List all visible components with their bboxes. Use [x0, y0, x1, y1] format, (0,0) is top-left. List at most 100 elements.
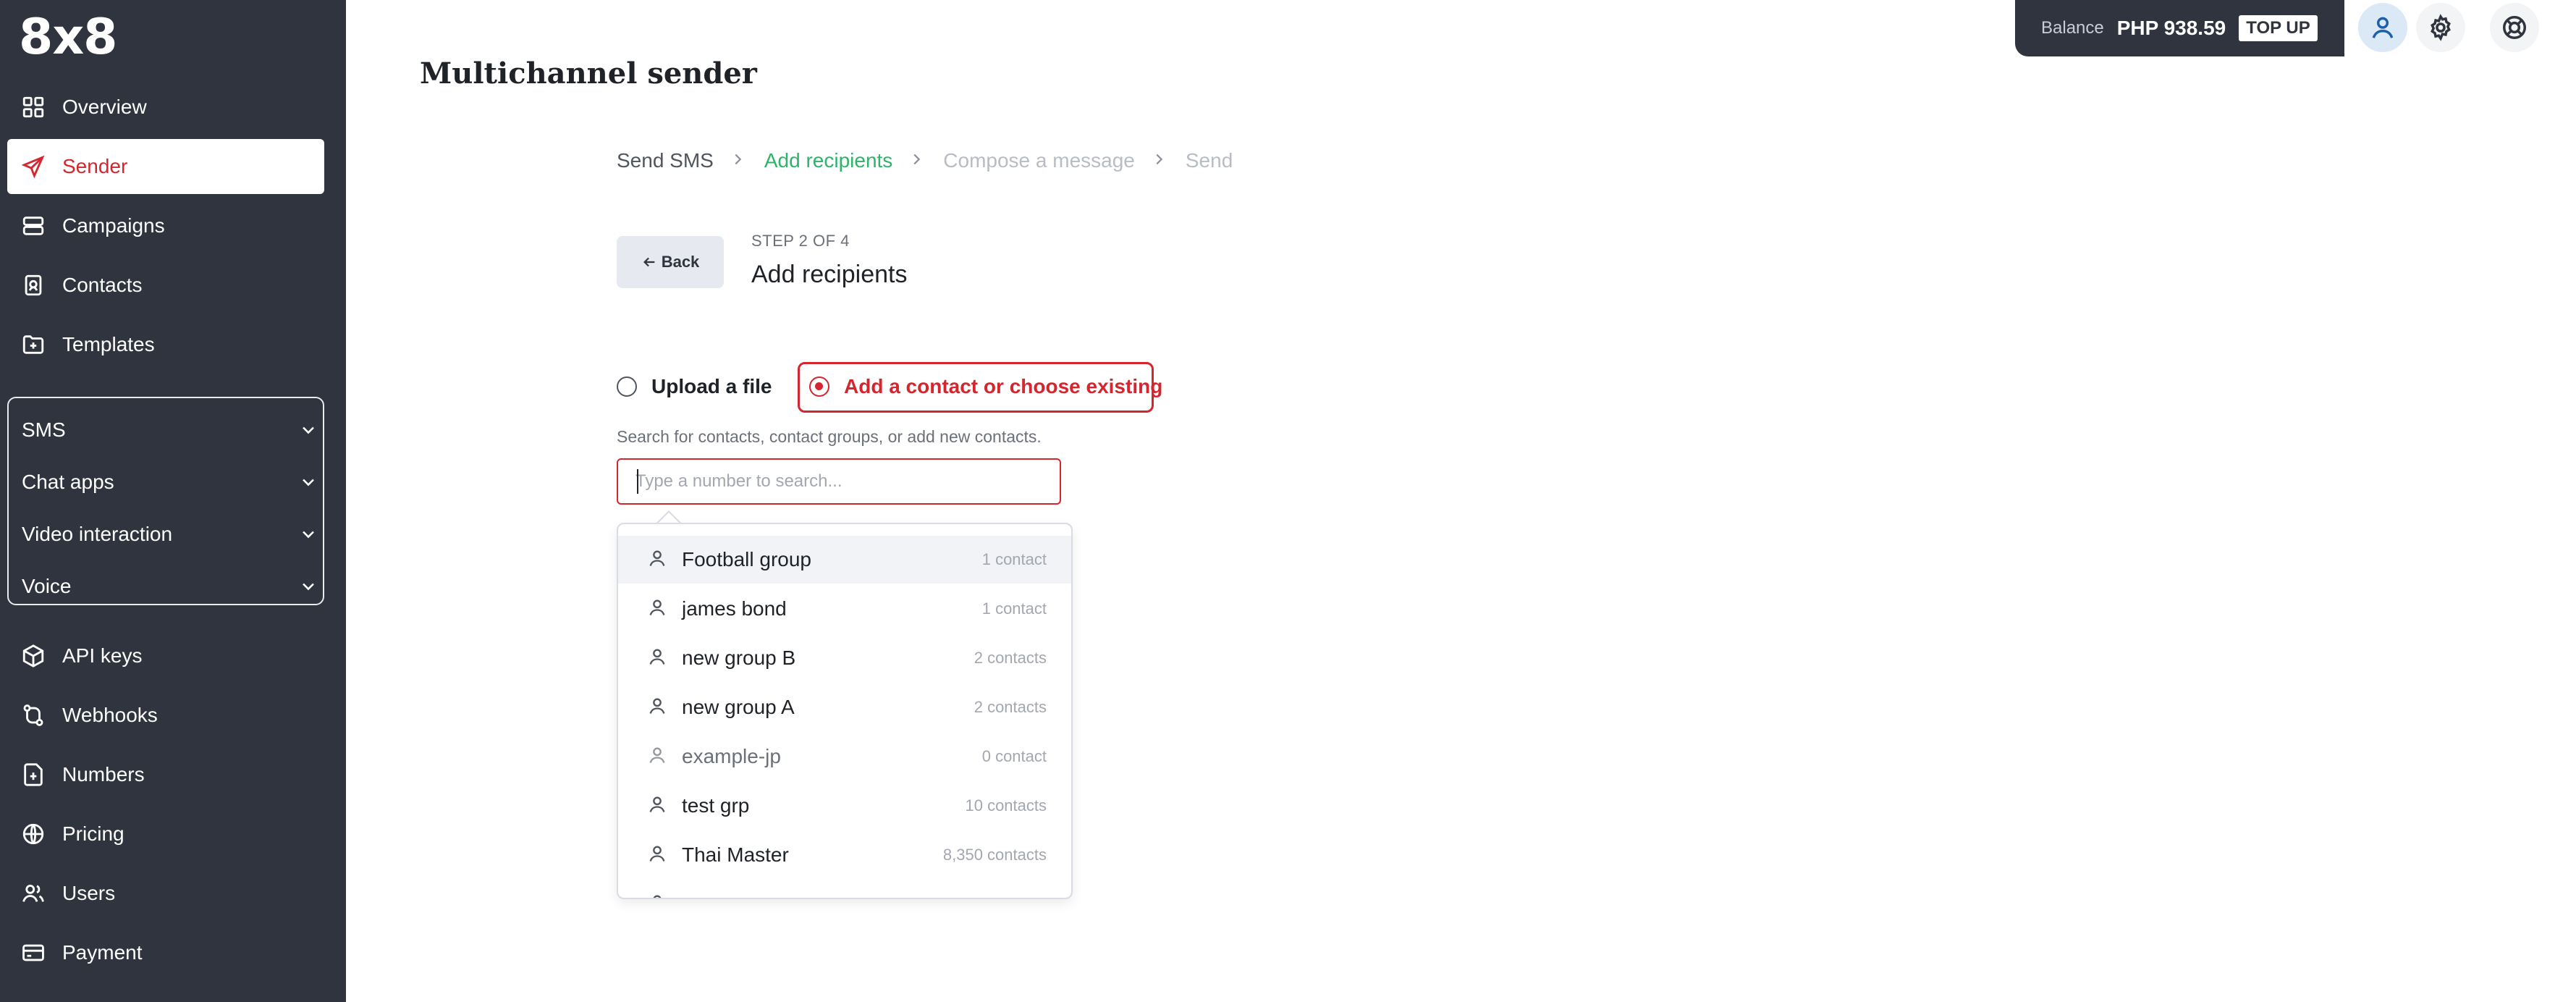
users-icon: [20, 880, 46, 906]
radio-unchecked[interactable]: [617, 376, 637, 397]
sidebar-group-video-interaction[interactable]: Video interaction: [22, 508, 318, 560]
contacts-icon: [20, 272, 46, 298]
option-label: Add a contact or choose existing: [844, 375, 1163, 397]
person-icon: [647, 794, 667, 818]
sidebar-item-numbers[interactable]: Numbers: [7, 747, 324, 802]
breadcrumb-add-recipients: Add recipients: [764, 149, 893, 172]
person-icon: [647, 597, 667, 621]
result-count: 2 contacts: [974, 649, 1047, 667]
option-upload-file[interactable]: Upload a file: [617, 375, 772, 398]
radio-checked[interactable]: [809, 376, 829, 397]
result-item[interactable]: Thai Master 8,350 contacts: [618, 831, 1071, 879]
search-help-text: Search for contacts, contact groups, or …: [617, 427, 1042, 446]
balance-label: Balance: [2041, 18, 2104, 38]
result-item-partial[interactable]: [618, 880, 1071, 898]
breadcrumb-compose-message: Compose a message: [943, 149, 1135, 172]
channel-groups: SMS Chat apps Video interaction Voice: [7, 397, 324, 605]
step-title: Add recipients: [751, 261, 908, 288]
card-icon: [20, 940, 46, 966]
person-icon: [647, 696, 667, 720]
gear-icon: [2431, 14, 2451, 41]
sidebar-item-webhooks[interactable]: Webhooks: [7, 688, 324, 743]
globe-icon: [20, 821, 46, 847]
brand-logo[interactable]: 8x8: [19, 7, 117, 68]
result-count: 10 contacts: [965, 796, 1047, 814]
webhook-icon: [20, 702, 46, 728]
result-count: 0 contact: [981, 747, 1047, 765]
back-button[interactable]: Back: [617, 236, 724, 288]
sidebar-item-label: Webhooks: [62, 704, 158, 726]
sidebar-group-chat-apps[interactable]: Chat apps: [22, 456, 318, 508]
result-name: james bond: [682, 597, 787, 620]
sidebar-item-label: Sender: [62, 155, 128, 177]
result-count: 2 contacts: [974, 698, 1047, 716]
result-item[interactable]: new group B 2 contacts: [618, 634, 1071, 682]
user-icon: [2372, 17, 2394, 38]
sidebar-item-api-keys[interactable]: API keys: [7, 628, 324, 683]
person-icon: [647, 893, 667, 898]
account-balance-bar: Balance PHP 938.59 TOP UP: [2015, 0, 2344, 56]
sidebar-item-overview[interactable]: Overview: [7, 80, 324, 135]
sidebar-item-label: Campaigns: [62, 214, 165, 237]
sidebar-item-contacts[interactable]: Contacts: [7, 258, 324, 313]
sidebar: 8x8 Overview Sender Campaigns Contacts T…: [0, 0, 346, 1002]
person-icon: [647, 745, 667, 769]
sidebar-item-label: Templates: [62, 333, 155, 355]
user-profile-button[interactable]: [2358, 3, 2407, 52]
grid-icon: [20, 94, 46, 120]
cube-icon: [20, 643, 46, 669]
arrow-left-icon: [643, 257, 655, 267]
chevron-down-icon: [303, 531, 314, 539]
sidebar-group-sms[interactable]: SMS: [22, 404, 318, 456]
lifebuoy-icon: [2503, 16, 2526, 39]
option-label: Upload a file: [651, 375, 772, 397]
result-name: example-jp: [682, 745, 781, 767]
sidebar-item-label: Contacts: [62, 274, 143, 296]
sidebar-group-label: Video interaction: [22, 523, 173, 545]
breadcrumb-send-sms[interactable]: Send SMS: [617, 149, 714, 172]
recipient-search-input[interactable]: [617, 458, 1061, 505]
chevron-right-icon: [730, 151, 748, 170]
send-icon: [20, 153, 46, 180]
chevron-right-icon: [1151, 151, 1170, 170]
text-caret: [637, 469, 638, 494]
sidebar-item-label: Users: [62, 882, 116, 904]
sidebar-item-campaigns[interactable]: Campaigns: [7, 198, 324, 253]
option-add-contact[interactable]: Add a contact or choose existing: [809, 375, 1162, 398]
person-icon: [647, 843, 667, 867]
result-count: 8,350 contacts: [942, 846, 1047, 864]
result-count: 1 contact: [981, 550, 1047, 568]
sidebar-group-label: SMS: [22, 418, 66, 441]
chevron-right-icon: [908, 151, 927, 170]
search-results-dropdown: Football group 1 contact james bond 1 co…: [617, 523, 1073, 899]
person-icon: [647, 548, 667, 572]
help-button[interactable]: [2490, 3, 2539, 52]
sidebar-item-templates[interactable]: Templates: [7, 317, 324, 372]
balance-value: PHP 938.59: [2116, 17, 2226, 39]
sidebar-item-label: Payment: [62, 941, 143, 964]
sidebar-group-voice[interactable]: Voice: [22, 560, 318, 612]
step-breadcrumb: Send SMS Add recipients Compose a messag…: [617, 149, 1233, 172]
sidebar-item-payment[interactable]: Payment: [7, 925, 324, 980]
chevron-down-icon: [303, 479, 314, 487]
result-name: new group A: [682, 696, 795, 718]
sidebar-item-label: Overview: [62, 96, 147, 118]
settings-button[interactable]: [2416, 3, 2465, 52]
sidebar-group-label: Chat apps: [22, 471, 114, 493]
chevron-down-icon: [303, 583, 314, 591]
page-title: Multichannel sender: [420, 56, 757, 90]
sidebar-item-label: Pricing: [62, 822, 124, 845]
result-item[interactable]: james bond 1 contact: [618, 585, 1071, 633]
breadcrumb-send: Send: [1185, 149, 1233, 172]
sidebar-item-label: API keys: [62, 644, 143, 667]
result-item[interactable]: new group A 2 contacts: [618, 683, 1071, 731]
sidebar-item-users[interactable]: Users: [7, 866, 324, 921]
result-name: test grp: [682, 794, 750, 817]
back-button-label: Back: [661, 253, 700, 271]
result-name: Thai Master: [682, 843, 789, 866]
sidebar-item-sender[interactable]: Sender: [7, 139, 324, 194]
result-item[interactable]: Football group 1 contact: [618, 536, 1071, 584]
sidebar-item-pricing[interactable]: Pricing: [7, 807, 324, 862]
top-up-button[interactable]: TOP UP: [2239, 15, 2318, 41]
result-item[interactable]: test grp 10 contacts: [618, 782, 1071, 830]
